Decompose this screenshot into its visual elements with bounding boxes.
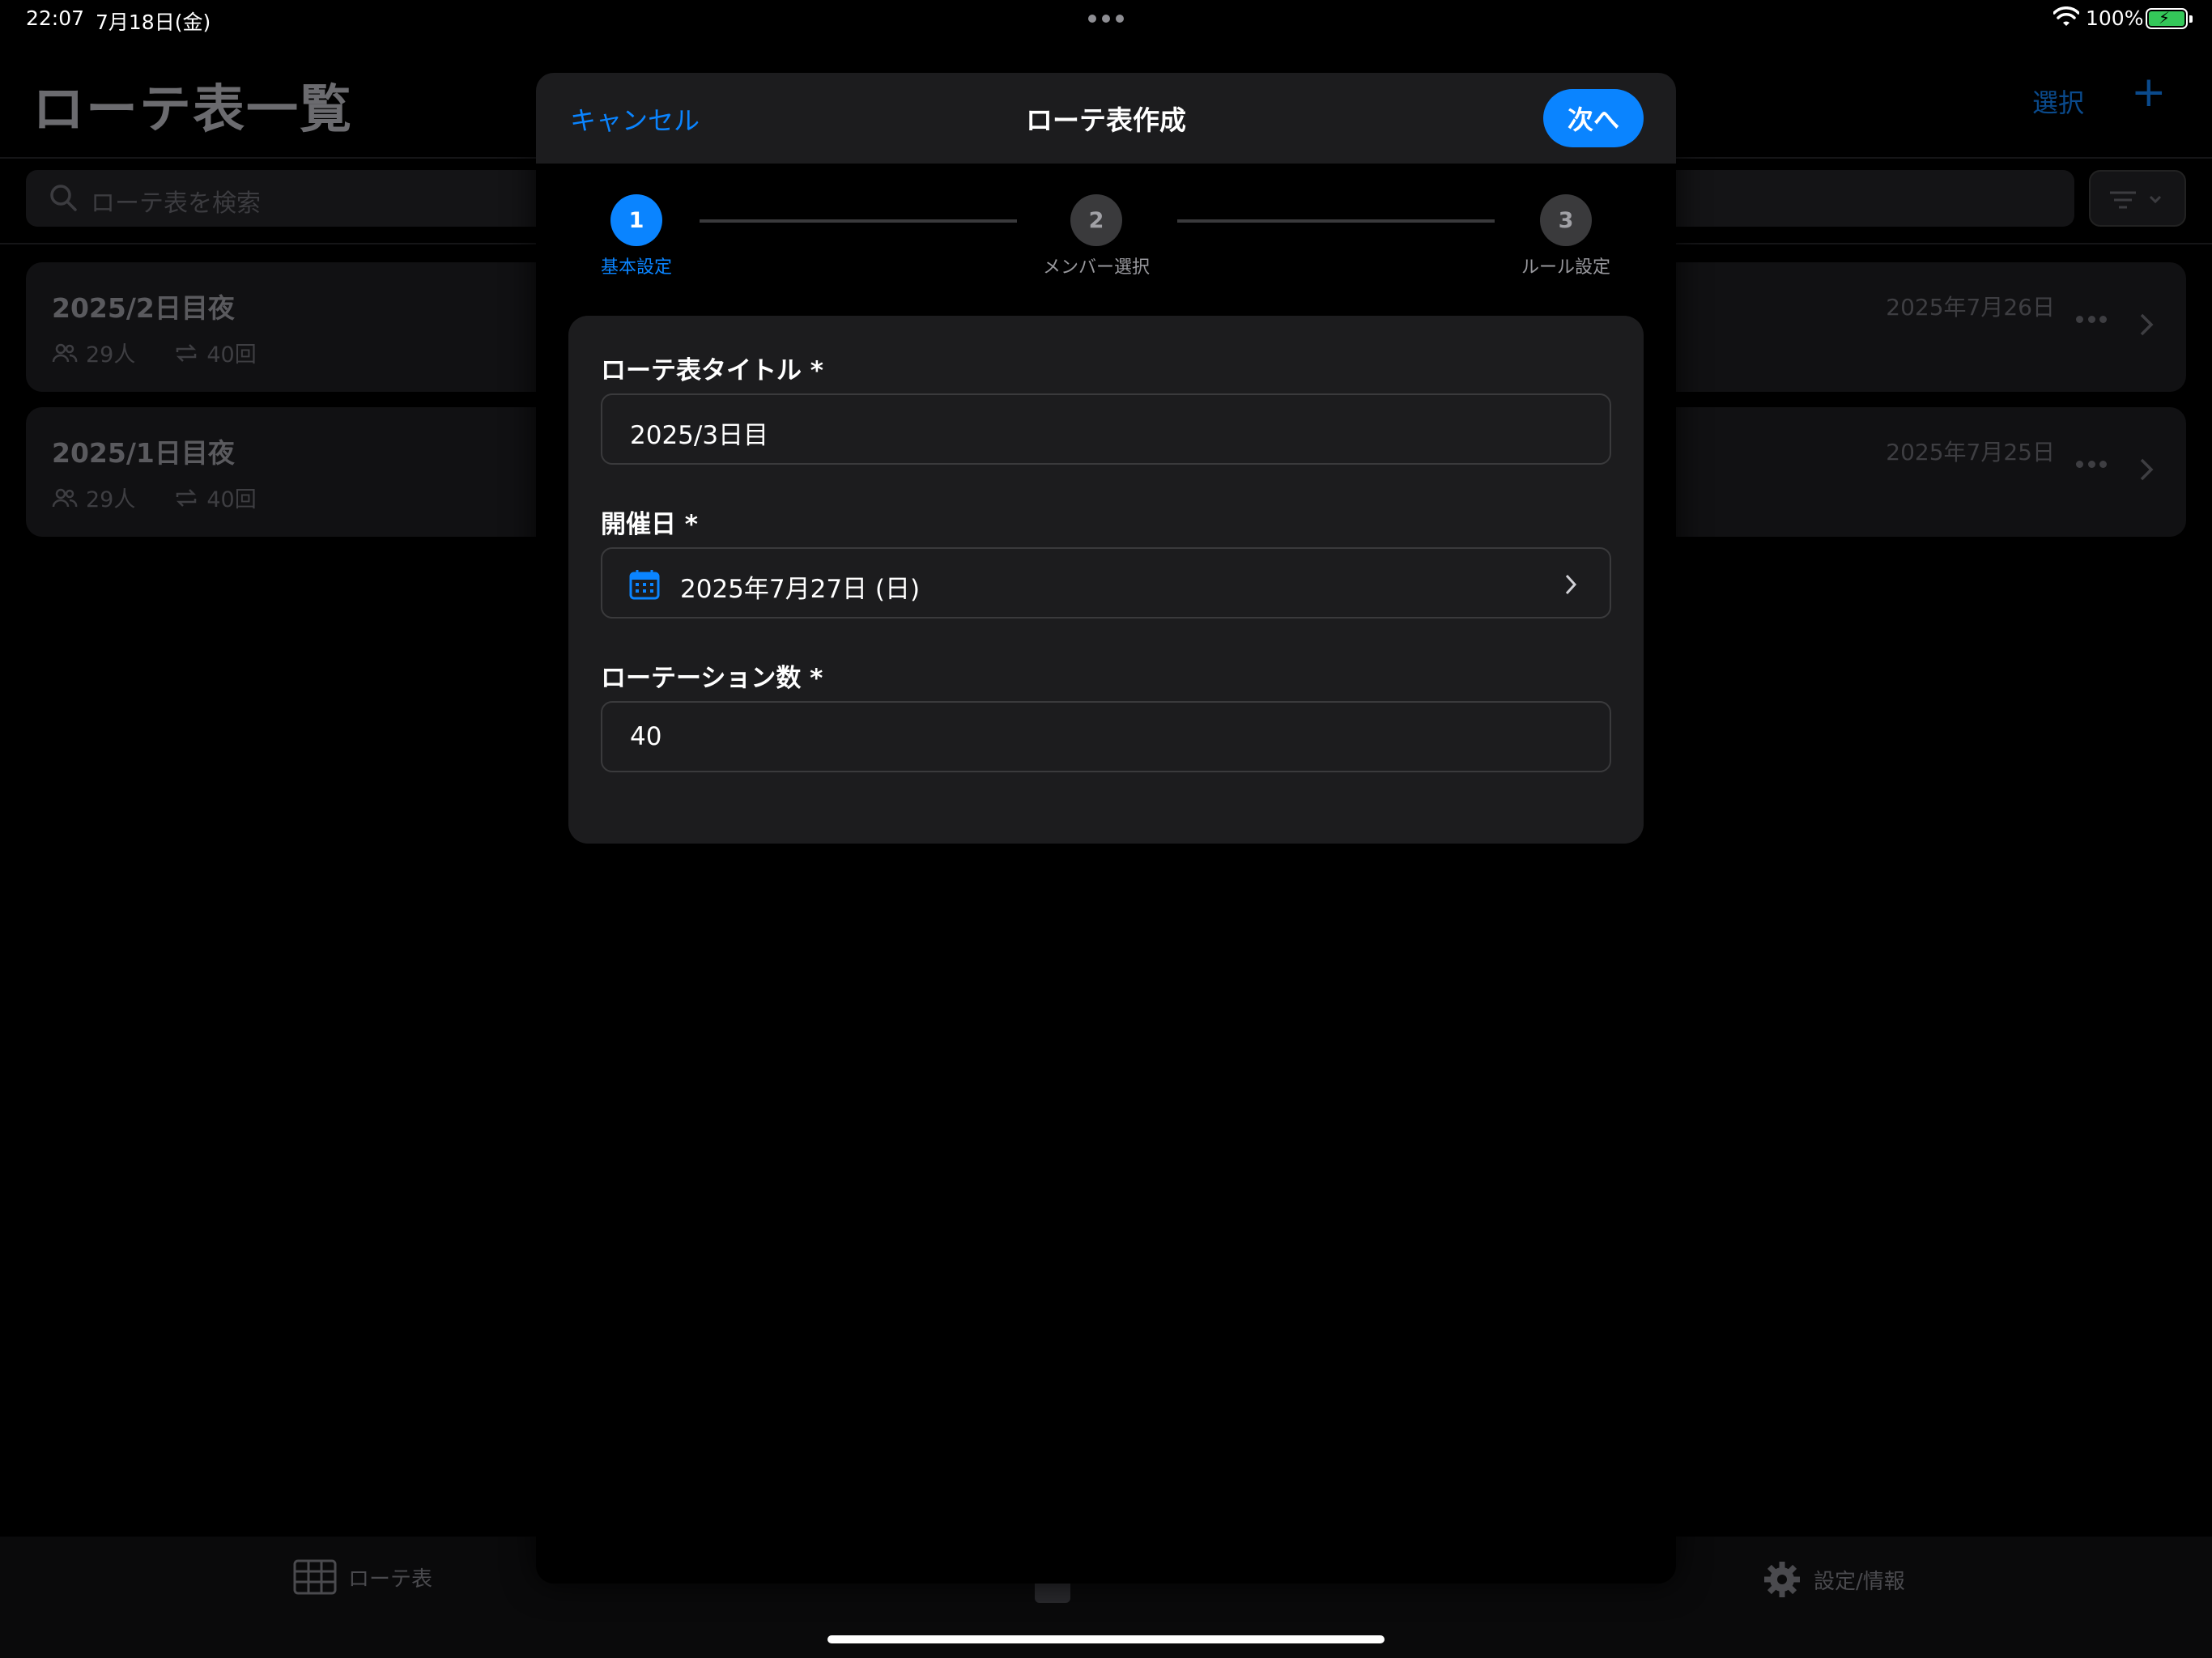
member-count: 29人 <box>86 487 136 512</box>
step-2-circle: 2 <box>1070 194 1122 246</box>
create-roster-sheet: キャンセル ローテ表作成 次へ 1 基本設定 2 メンバー選択 3 ルール設定 … <box>536 73 1676 1584</box>
rotation-count-input[interactable]: 40 <box>601 701 1611 772</box>
tab-settings-label: 設定/情報 <box>1814 1569 1905 1594</box>
roster-name: 2025/2日目夜 <box>52 292 235 324</box>
member-count: 29人 <box>86 342 136 368</box>
sheet-header: キャンセル ローテ表作成 次へ <box>536 73 1676 164</box>
step-2-label: メンバー選択 <box>1042 257 1150 278</box>
roster-date: 2025年7月26日 <box>1886 294 2055 321</box>
multitasking-dots-icon[interactable] <box>1088 15 1124 23</box>
title-input-value: 2025/3日目 <box>630 421 769 450</box>
roster-meta: 29人 40回 <box>52 337 257 368</box>
people-icon <box>52 488 78 507</box>
battery-percent: 100% <box>2086 6 2144 30</box>
select-button: 選択 <box>2032 87 2085 118</box>
date-field-label: 開催日 * <box>601 510 699 539</box>
page-title: ローテ表一覧 <box>32 80 353 140</box>
step-connector <box>700 219 1017 223</box>
wifi-icon <box>2053 6 2079 26</box>
status-bar: 22:07 7月18日(金) 100% ⚡ <box>0 0 2212 39</box>
home-indicator[interactable] <box>827 1635 1385 1643</box>
tab-roster: ローテ表 <box>293 1559 432 1595</box>
gear-icon <box>1764 1562 1800 1597</box>
step-connector <box>1177 219 1495 223</box>
more-icon <box>2076 316 2107 324</box>
more-icon <box>2076 461 2107 469</box>
rotation-count-value: 40 <box>630 722 662 751</box>
plus-icon: + <box>2131 68 2167 117</box>
chevron-right-icon <box>1565 574 1577 595</box>
repeat-icon <box>177 343 197 362</box>
repeat-icon <box>177 488 197 507</box>
tab-settings: 設定/情報 <box>1762 1559 1905 1600</box>
status-time: 22:07 <box>26 6 85 30</box>
date-value: 2025年7月27日 (日) <box>680 575 921 604</box>
status-date: 7月18日(金) <box>96 11 211 34</box>
chevron-right-icon <box>2140 458 2154 481</box>
table-icon <box>293 1559 337 1595</box>
people-icon <box>52 343 78 362</box>
tab-roster-label: ローテ表 <box>348 1567 433 1592</box>
roster-meta: 29人 40回 <box>52 482 257 513</box>
basic-settings-form: ローテ表タイトル * 2025/3日目 開催日 * 2025年7月27日 (日) <box>568 316 1644 844</box>
step-3-circle: 3 <box>1540 194 1592 246</box>
step-3-label: ルール設定 <box>1521 257 1610 278</box>
search-placeholder: ローテ表を検索 <box>91 189 261 218</box>
battery-icon: ⚡ <box>2146 8 2193 29</box>
calendar-icon <box>629 570 660 600</box>
chevron-right-icon <box>2140 313 2154 336</box>
screen: 22:07 7月18日(金) 100% ⚡ ローテ表一覧 選択 + ローテ表を検… <box>0 0 2212 1658</box>
date-picker[interactable]: 2025年7月27日 (日) <box>601 547 1611 619</box>
title-input[interactable]: 2025/3日目 <box>601 393 1611 465</box>
rotation-count: 40回 <box>206 342 257 368</box>
filter-icon <box>2110 191 2162 209</box>
sheet-title: ローテ表作成 <box>1026 104 1186 136</box>
rotation-field-label: ローテーション数 * <box>601 664 823 693</box>
next-button[interactable]: 次へ <box>1543 89 1644 147</box>
title-field-label: ローテ表タイトル * <box>601 356 824 385</box>
roster-date: 2025年7月25日 <box>1886 439 2055 466</box>
step-1-circle: 1 <box>610 194 662 246</box>
filter-button <box>2089 170 2186 227</box>
roster-name: 2025/1日目夜 <box>52 437 235 469</box>
step-1-label: 基本設定 <box>600 257 672 278</box>
rotation-count: 40回 <box>206 487 257 512</box>
search-icon <box>50 185 77 211</box>
